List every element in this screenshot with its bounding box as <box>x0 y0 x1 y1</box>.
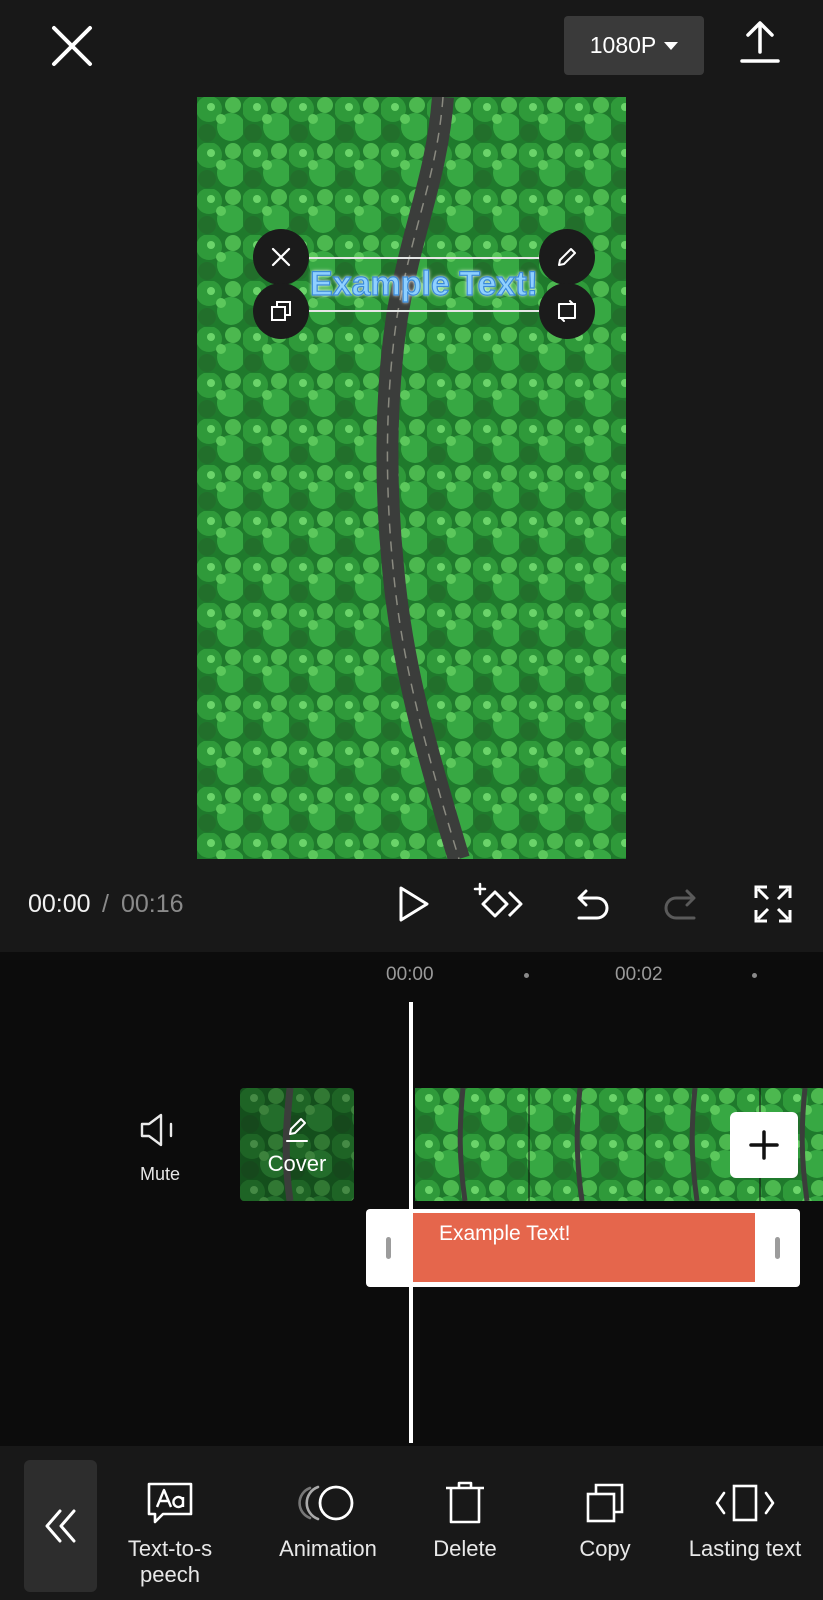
trim-handle-right[interactable] <box>775 1237 780 1259</box>
resolution-value: 1080P <box>589 32 657 58</box>
mute-button[interactable] <box>139 1110 179 1150</box>
timeline-tick-dot <box>524 973 529 978</box>
duplicate-icon <box>271 301 291 321</box>
undo-button[interactable] <box>567 880 615 928</box>
rotate-scale-icon <box>558 300 576 322</box>
edit-text-handle[interactable] <box>539 229 595 285</box>
cover-label: Cover <box>267 1151 327 1176</box>
fullscreen-icon <box>754 885 792 923</box>
animation-icon <box>263 1476 393 1530</box>
mute-label: Mute <box>139 1164 181 1184</box>
timeline-tick-dot <box>752 973 757 978</box>
back-button[interactable] <box>24 1460 97 1592</box>
tool-label: Delete <box>433 1536 497 1561</box>
add-clip-button[interactable] <box>730 1112 798 1178</box>
text-to-speech-icon <box>112 1476 228 1530</box>
remove-text-handle[interactable] <box>253 229 309 285</box>
delete-button[interactable]: Delete <box>420 1476 510 1562</box>
total-duration: 00:16 <box>121 890 184 918</box>
speaker-icon <box>140 1113 173 1147</box>
plus-icon <box>749 1130 779 1160</box>
close-icon <box>271 247 291 267</box>
double-chevron-left-icon <box>45 1509 75 1543</box>
delete-icon <box>420 1476 510 1530</box>
close-icon <box>52 26 92 66</box>
undo-icon <box>577 889 609 920</box>
tool-label: Copy <box>579 1536 631 1561</box>
duplicate-text-handle[interactable] <box>253 283 309 339</box>
time-separator: / <box>102 890 109 918</box>
tool-label: Text-to-s peech <box>127 1536 213 1587</box>
copy-button[interactable]: Copy <box>560 1476 650 1562</box>
cover-button[interactable] <box>240 1088 354 1201</box>
video-preview[interactable] <box>197 97 626 859</box>
redo-icon <box>664 889 696 920</box>
play-button[interactable] <box>389 880 437 928</box>
edit-pencil-icon <box>558 248 576 266</box>
rotate-scale-handle[interactable] <box>539 283 595 339</box>
keyframe-add-icon <box>473 882 523 918</box>
tool-label: Animation <box>279 1536 377 1561</box>
animation-button[interactable]: Animation <box>263 1476 393 1562</box>
timeline-tick: 00:02 <box>615 964 663 985</box>
forest-road-video-frame <box>197 97 626 859</box>
lasting-text-button[interactable]: Lasting text <box>680 1476 810 1562</box>
caret-down-icon <box>664 41 679 50</box>
close-editor-button[interactable] <box>44 18 100 74</box>
fullscreen-button[interactable] <box>749 880 797 928</box>
export-button[interactable] <box>736 18 784 66</box>
play-icon <box>399 886 429 922</box>
timeline-tick: 00:00 <box>386 964 434 985</box>
cover-thumbnail <box>240 1088 354 1201</box>
playhead[interactable] <box>409 1002 413 1443</box>
upload-icon <box>740 21 780 63</box>
resolution-dropdown[interactable]: 1080P <box>564 16 704 75</box>
trim-handle-left[interactable] <box>386 1237 391 1259</box>
overlay-text[interactable]: Example Text! <box>305 259 543 310</box>
copy-icon <box>560 1476 650 1530</box>
edit-pencil-icon <box>284 1114 310 1144</box>
tool-label: Lasting text <box>688 1536 802 1561</box>
current-time: 00:00 <box>28 890 91 918</box>
text-to-speech-button[interactable]: Text-to-s peech <box>112 1476 228 1588</box>
text-clip-label: Example Text! <box>439 1222 571 1245</box>
lasting-text-icon <box>680 1476 810 1530</box>
add-keyframe-button[interactable] <box>473 880 527 928</box>
redo-button[interactable] <box>658 880 706 928</box>
